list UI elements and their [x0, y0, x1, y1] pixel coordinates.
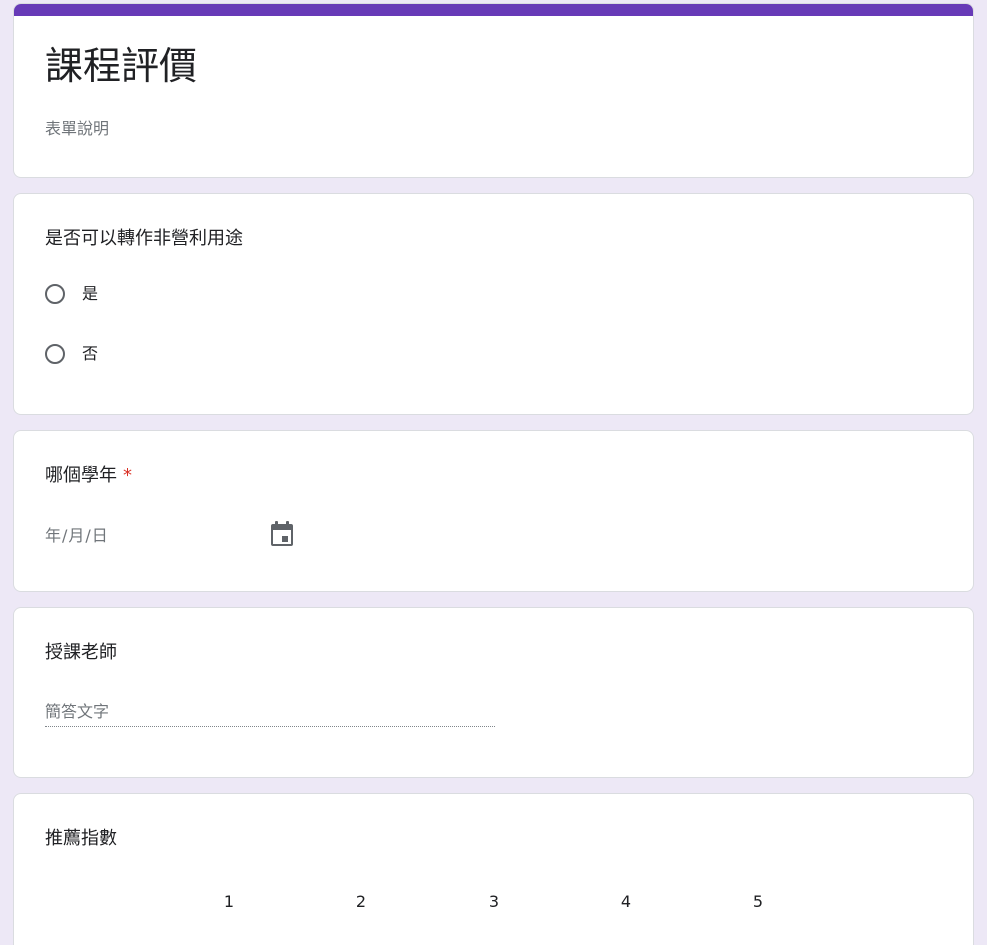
date-placeholder: 年/月/日 — [45, 526, 109, 545]
question-title: 授課老師 — [45, 642, 117, 663]
question-title: 推薦指數 — [45, 828, 117, 849]
scale-label-2: 2 — [355, 892, 367, 911]
question-title: 是否可以轉作非營利用途 — [45, 228, 243, 249]
question-title: 哪個學年 * — [45, 464, 132, 488]
form-title: 課程評價 — [45, 44, 198, 88]
radio-button[interactable] — [45, 284, 65, 304]
question-card-recommendation: 推薦指數 1 2 3 4 5 — [13, 793, 974, 945]
radio-button[interactable] — [45, 344, 65, 364]
short-answer-input[interactable] — [45, 696, 495, 727]
question-card-teacher: 授課老師 — [13, 607, 974, 778]
form-page: 課程評價 表單說明 是否可以轉作非營利用途 是 否 哪個學年 * 年/月/日 授… — [0, 0, 987, 945]
radio-option-yes[interactable]: 是 — [45, 282, 98, 306]
radio-option-label: 是 — [82, 284, 99, 303]
required-asterisk: * — [123, 465, 132, 486]
radio-option-no[interactable]: 否 — [45, 342, 98, 366]
date-input[interactable]: 年/月/日 — [45, 519, 295, 549]
scale-label-5: 5 — [752, 892, 764, 911]
form-header-card: 課程評價 表單說明 — [13, 3, 974, 178]
form-description: 表單說明 — [45, 119, 110, 138]
header-accent-stripe — [14, 4, 973, 16]
linear-scale: 1 2 3 4 5 — [14, 890, 973, 914]
calendar-icon[interactable] — [269, 520, 295, 548]
question-card-school-year: 哪個學年 * 年/月/日 — [13, 430, 974, 592]
question-title-text: 哪個學年 — [45, 465, 117, 486]
scale-label-3: 3 — [488, 892, 500, 911]
question-card-nonprofit-use: 是否可以轉作非營利用途 是 否 — [13, 193, 974, 415]
radio-option-label: 否 — [82, 344, 99, 363]
scale-label-1: 1 — [223, 892, 235, 911]
scale-label-4: 4 — [620, 892, 632, 911]
